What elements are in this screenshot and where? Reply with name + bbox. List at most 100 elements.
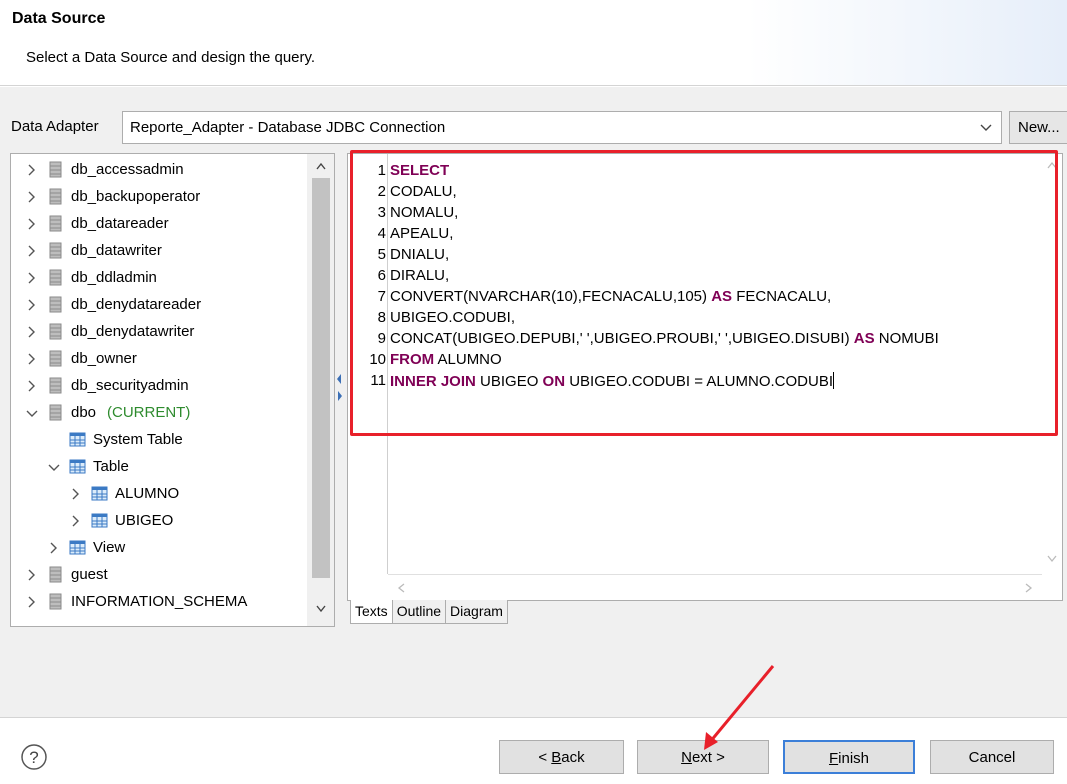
code-line[interactable]: FROM ALUMNO xyxy=(390,351,502,371)
table-icon xyxy=(69,459,86,474)
tree-item-table[interactable]: Table xyxy=(11,455,306,481)
tab-texts[interactable]: Texts xyxy=(350,600,393,624)
finish-button[interactable]: Finish xyxy=(783,740,915,774)
sql-text: NOMALU, xyxy=(390,204,459,221)
scroll-up-icon[interactable] xyxy=(315,161,327,171)
chevron-right-icon[interactable] xyxy=(25,243,39,259)
scroll-down-icon[interactable] xyxy=(1046,554,1058,564)
tree-item-db-denydatareader[interactable]: db_denydatareader xyxy=(11,293,306,319)
help-icon[interactable]: ? xyxy=(20,743,48,771)
database-icon xyxy=(49,269,62,286)
tree-item-label: guest xyxy=(71,566,108,583)
tree-item-label: db_backupoperator xyxy=(71,188,201,205)
chevron-right-icon[interactable] xyxy=(25,270,39,286)
code-line[interactable]: DIRALU, xyxy=(390,267,449,287)
tree-item-db-denydatawriter[interactable]: db_denydatawriter xyxy=(11,320,306,346)
tree-item-label: db_denydatawriter xyxy=(71,323,195,340)
chevron-down-icon[interactable] xyxy=(47,459,61,475)
chevron-right-icon[interactable] xyxy=(69,513,83,529)
database-icon xyxy=(49,377,62,394)
cancel-button[interactable]: Cancel xyxy=(930,740,1054,774)
code-line[interactable]: SELECT xyxy=(390,162,449,182)
database-icon xyxy=(49,296,62,313)
chevron-right-icon[interactable] xyxy=(25,216,39,232)
code-line[interactable]: CONCAT(UBIGEO.DEPUBI,' ',UBIGEO.PROUBI,'… xyxy=(390,330,939,350)
footer-separator xyxy=(0,717,1067,718)
chevron-right-icon[interactable] xyxy=(25,189,39,205)
chevron-right-icon[interactable] xyxy=(25,594,39,610)
table-icon xyxy=(69,432,86,447)
tree-item-dbo[interactable]: dbo (CURRENT) xyxy=(11,401,306,427)
back-button[interactable]: < Back xyxy=(499,740,624,774)
scroll-up-icon[interactable] xyxy=(1046,160,1058,170)
tree-item-db-accessadmin[interactable]: db_accessadmin xyxy=(11,158,306,184)
line-number: 7 xyxy=(377,288,386,305)
tab-outline[interactable]: Outline xyxy=(391,600,447,624)
sql-keyword: AS xyxy=(711,288,733,305)
chevron-right-icon[interactable] xyxy=(25,324,39,340)
chevron-right-icon[interactable] xyxy=(69,486,83,502)
database-icon xyxy=(49,161,62,178)
scroll-left-icon[interactable] xyxy=(396,582,406,594)
panel-sash[interactable] xyxy=(335,150,345,630)
database-icon xyxy=(49,404,62,421)
tree-item-db-datareader[interactable]: db_datareader xyxy=(11,212,306,238)
sql-editor[interactable]: 1 SELECT 2 CODALU, 3 NOMALU, 4 APEALU, 5 DNIALU, 6… xyxy=(347,153,1063,601)
scroll-down-icon[interactable] xyxy=(315,604,327,614)
database-icon xyxy=(49,242,62,259)
tree-item-db-owner[interactable]: db_owner xyxy=(11,347,306,373)
chevron-down-icon[interactable] xyxy=(25,405,39,421)
database-icon xyxy=(49,323,62,340)
line-number: 9 xyxy=(377,330,386,347)
finish-mnemonic: F xyxy=(828,750,839,767)
tree-item-system-table[interactable]: System Table xyxy=(11,428,306,454)
tree-item-db-backupoperator[interactable]: db_backupoperator xyxy=(11,185,306,211)
svg-text:?: ? xyxy=(29,748,38,767)
tab-diagram[interactable]: Diagram xyxy=(445,600,508,624)
text-caret xyxy=(833,372,835,389)
sql-text: UBIGEO.CODUBI, xyxy=(390,309,516,326)
tree-item-label: UBIGEO xyxy=(115,512,174,529)
data-adapter-label: Data Adapter xyxy=(11,118,99,135)
editor-horizontal-scrollbar[interactable] xyxy=(388,574,1042,600)
tree-item-alumno[interactable]: ALUMNO xyxy=(11,482,306,508)
code-line[interactable]: NOMALU, xyxy=(390,204,458,224)
tree-item-ubigeo[interactable]: UBIGEO xyxy=(11,509,306,535)
data-adapter-combo[interactable]: Reporte_Adapter - Database JDBC Connecti… xyxy=(122,111,1002,144)
current-schema-badge: (CURRENT) xyxy=(107,404,191,421)
editor-vertical-scrollbar[interactable] xyxy=(1042,154,1062,574)
scroll-right-icon[interactable] xyxy=(1024,582,1034,594)
database-icon xyxy=(49,593,62,610)
next-mnemonic: N xyxy=(681,749,692,766)
chevron-right-icon[interactable] xyxy=(25,351,39,367)
next-button[interactable]: Next > xyxy=(637,740,769,774)
tree-item-db-datawriter[interactable]: db_datawriter xyxy=(11,239,306,265)
tree-scrollbar[interactable] xyxy=(307,154,334,626)
tree-item-view[interactable]: View xyxy=(11,536,306,562)
table-icon xyxy=(91,513,108,528)
chevron-right-icon[interactable] xyxy=(25,567,39,583)
chevron-down-icon[interactable] xyxy=(977,118,995,136)
new-adapter-button[interactable]: New... xyxy=(1009,111,1067,144)
tree-item-db-ddladmin[interactable]: db_ddladmin xyxy=(11,266,306,292)
line-number: 8 xyxy=(377,309,386,326)
chevron-right-icon[interactable] xyxy=(25,162,39,178)
code-line[interactable]: APEALU, xyxy=(390,225,453,245)
code-line[interactable]: CONVERT(NVARCHAR(10),FECNACALU,105) AS F… xyxy=(390,288,831,308)
wizard-header: Data Source Select a Data Source and des… xyxy=(0,0,1067,86)
chevron-right-icon[interactable] xyxy=(47,540,61,556)
tree-item-db-securityadmin[interactable]: db_securityadmin xyxy=(11,374,306,400)
tree-item-guest[interactable]: guest xyxy=(11,563,306,589)
sql-text: CODALU, xyxy=(390,183,457,200)
tree-item-information-schema[interactable]: INFORMATION_SCHEMA xyxy=(11,590,306,616)
chevron-right-icon[interactable] xyxy=(25,378,39,394)
code-line[interactable]: INNER JOIN UBIGEO ON UBIGEO.CODUBI = ALU… xyxy=(390,372,835,392)
code-line[interactable]: DNIALU, xyxy=(390,246,449,266)
code-line[interactable]: CODALU, xyxy=(390,183,457,203)
tree-item-label: db_securityadmin xyxy=(71,377,189,394)
database-tree[interactable]: db_accessadmin db_backupoperator db_datare… xyxy=(10,153,335,627)
tree-scroll-thumb[interactable] xyxy=(312,178,330,578)
sql-text: FECNACALU, xyxy=(732,288,832,305)
chevron-right-icon[interactable] xyxy=(25,297,39,313)
code-line[interactable]: UBIGEO.CODUBI, xyxy=(390,309,515,329)
